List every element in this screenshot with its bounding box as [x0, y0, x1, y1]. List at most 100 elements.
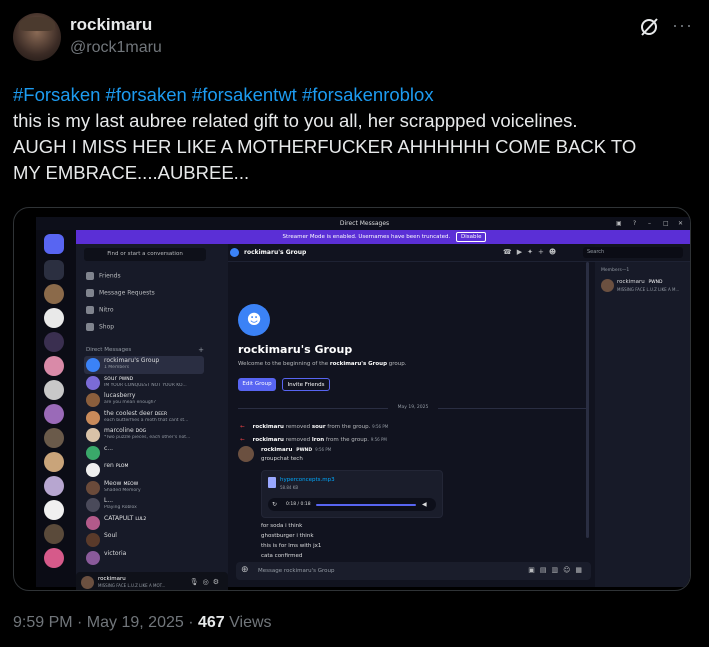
server-icon[interactable]	[44, 308, 64, 328]
members-icon[interactable]: ☻	[549, 248, 561, 256]
minimize-icon[interactable]: –	[648, 217, 651, 230]
dm-item[interactable]: Meow MEOW Shaded Memory	[84, 479, 204, 497]
edit-group-button[interactable]: Edit Group	[238, 378, 276, 391]
headphones-icon[interactable]: ◎	[203, 578, 213, 586]
attached-image[interactable]: Direct Messages ▣ ? – □ ✕ Streamer Mode …	[13, 207, 691, 591]
audio-progress-bar[interactable]	[316, 504, 416, 506]
mic-icon[interactable]: 🎙	[190, 578, 203, 586]
dm-avatar	[86, 393, 100, 407]
attachment-size: 58.84 KB	[280, 485, 299, 490]
nav-friends[interactable]: Friends	[86, 272, 121, 280]
create-dm-icon[interactable]: +	[198, 346, 204, 354]
attachment-name[interactable]: hyperconcepts.mp3	[280, 477, 335, 483]
find-conversation-input[interactable]: Find or start a conversation	[84, 248, 206, 261]
dm-name: Soul	[104, 532, 117, 539]
message-avatar[interactable]	[238, 446, 254, 462]
grok-icon[interactable]	[638, 16, 660, 38]
dm-avatar	[86, 375, 100, 390]
dm-item[interactable]: sour PWND IM YOUR CONQUEST NOT YOUR KO...	[84, 374, 204, 392]
dm-name: victoria	[104, 549, 127, 557]
dm-avatar	[86, 445, 100, 460]
chat-scrollbar[interactable]	[586, 262, 589, 538]
dm-item[interactable]: rockimaru's Group 1 Members	[84, 356, 204, 374]
close-icon[interactable]: ✕	[678, 217, 683, 230]
server-icon[interactable]	[44, 476, 64, 496]
user-avatar[interactable]	[81, 576, 94, 589]
video-icon[interactable]: ▶	[517, 248, 527, 256]
message-composer[interactable]: ⊕ Message rockimaru's Group ▣▤▥☺▦	[236, 562, 591, 580]
dm-item[interactable]: the coolest deer DEER each butterflies a m…	[84, 409, 204, 427]
dm-avatar	[86, 428, 100, 442]
dm-item[interactable]: L... Playing Roblox	[84, 496, 204, 514]
tweet-timestamp[interactable]: 9:59 PM · May 19, 2025 ·	[13, 614, 198, 631]
sticker-icon[interactable]: ▥	[551, 566, 563, 574]
add-member-icon[interactable]: +	[538, 248, 549, 256]
user-handle[interactable]: @rock1maru	[70, 39, 162, 57]
call-icon[interactable]: ☎	[503, 248, 517, 256]
dm-item[interactable]: CATAPULT LUL2	[84, 514, 204, 532]
gift-icon[interactable]: ▣	[528, 566, 540, 574]
gif-icon[interactable]: ▤	[540, 566, 552, 574]
audio-player: ↻ 0:18 / 0:18 ◀	[268, 498, 436, 511]
invite-friends-button[interactable]: Invite Friends	[282, 378, 330, 391]
maximize-icon[interactable]: □	[663, 217, 669, 230]
dm-item[interactable]: c...	[84, 444, 204, 462]
settings-icon[interactable]: ⚙	[213, 578, 223, 586]
author-avatar[interactable]	[13, 13, 61, 61]
dm-item[interactable]: victoria	[84, 549, 204, 567]
apps-icon[interactable]: ▦	[575, 566, 587, 574]
dm-item[interactable]: ren PLOM	[84, 461, 204, 479]
group-icon	[230, 248, 239, 257]
discord-home-icon[interactable]	[44, 234, 64, 254]
header-tools: ☎▶✦+☻	[503, 248, 561, 256]
nav-shop[interactable]: Shop	[86, 323, 114, 331]
nav-nitro[interactable]: Nitro	[86, 306, 114, 314]
user-controls: 🎙◎⚙	[190, 578, 223, 586]
server-icon[interactable]	[44, 524, 64, 544]
more-icon[interactable]: ···	[672, 15, 693, 36]
display-name[interactable]: rockimaru	[70, 15, 152, 35]
server-icon[interactable]	[44, 356, 64, 376]
volume-icon[interactable]: ◀	[422, 501, 427, 508]
pin-icon[interactable]: ✦	[527, 248, 538, 256]
user-name[interactable]: rockimaru	[98, 576, 126, 582]
nav-message-requests[interactable]: Message Requests	[86, 289, 155, 297]
dm-item[interactable]: Soul	[84, 531, 204, 549]
disable-button[interactable]: Disable	[456, 232, 487, 242]
replay-icon[interactable]: ↻	[272, 501, 277, 508]
dm-name: CATAPULT LUL2	[104, 514, 147, 522]
search-input[interactable]: Search	[583, 247, 683, 258]
dm-item[interactable]: marcoline DOG *Two puzzle pieces, each oth…	[84, 426, 204, 444]
server-icon[interactable]	[44, 260, 64, 280]
welcome-subtitle: Welcome to the beginning of the rockimar…	[238, 361, 407, 367]
dm-status: 1 Members	[104, 365, 130, 370]
dm-avatar	[86, 533, 100, 547]
help-icon[interactable]: ?	[633, 217, 636, 230]
server-icon[interactable]	[44, 500, 64, 520]
inbox-icon[interactable]: ▣	[616, 217, 622, 230]
message-author[interactable]: rockimaru PWND 9:56 PM	[261, 447, 331, 453]
window-title: Direct Messages	[339, 220, 390, 227]
dm-item[interactable]: lucasberry are you mean enough?	[84, 391, 204, 409]
dm-name: ren PLOM	[104, 462, 129, 469]
streamer-mode-banner: Streamer Mode is enabled. Usernames have…	[76, 230, 690, 244]
message-text: ghostburger i think	[261, 533, 314, 539]
server-icon[interactable]	[44, 404, 64, 424]
member-name[interactable]: rockimaru PWND	[617, 279, 662, 285]
hashtags[interactable]: #Forsaken #forsaken #forsakentwt #forsak…	[13, 82, 693, 108]
member-avatar[interactable]	[601, 279, 614, 292]
dm-name: the coolest deer DEER	[104, 409, 168, 417]
emoji-icon[interactable]: ☺	[563, 566, 575, 574]
add-attachment-icon[interactable]: ⊕	[241, 565, 249, 576]
channel-name: rockimaru's Group	[244, 249, 307, 256]
dm-status: are you mean enough?	[104, 400, 156, 405]
user-panel: rockimaru MISSING FACE L.U.Z LIKE A MOT.…	[76, 572, 228, 590]
server-icon[interactable]	[44, 452, 64, 472]
dm-name: lucasberry	[104, 392, 136, 399]
system-message: ← rockimaru removed sour from the group. …	[240, 424, 389, 430]
server-icon[interactable]	[44, 284, 64, 304]
server-icon[interactable]	[44, 428, 64, 448]
server-icon[interactable]	[44, 548, 64, 568]
server-icon[interactable]	[44, 380, 64, 400]
server-icon[interactable]	[44, 332, 64, 352]
